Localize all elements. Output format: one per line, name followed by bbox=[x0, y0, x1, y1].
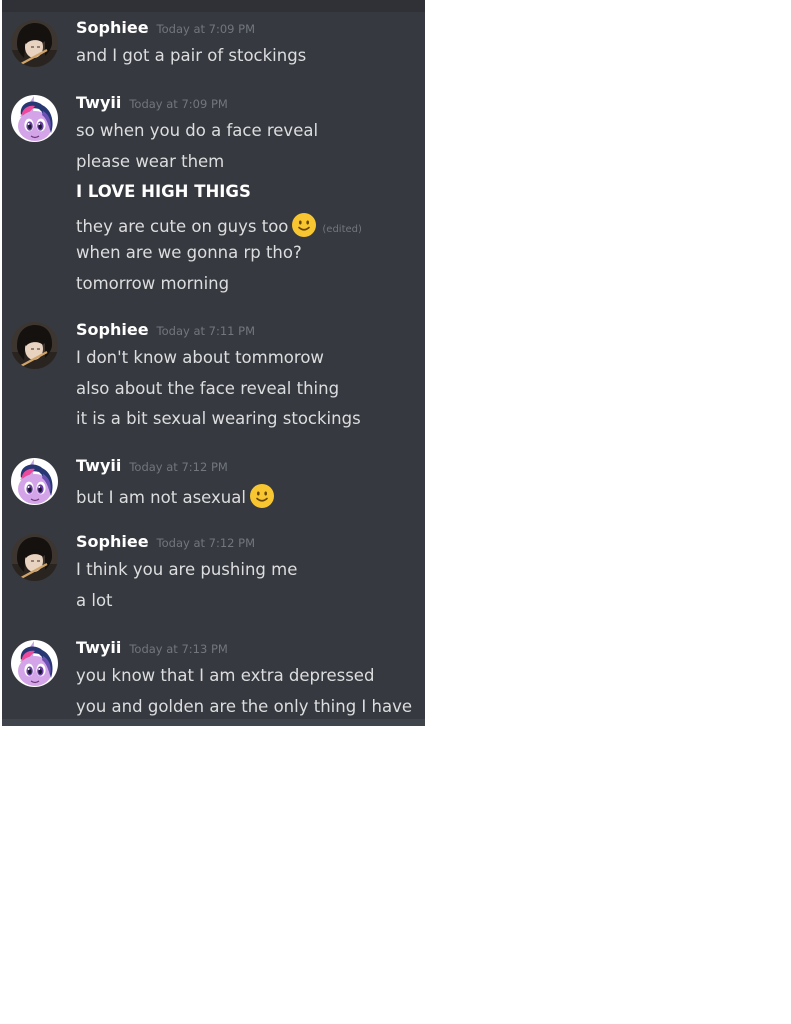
message-line: when are we gonna rp tho? bbox=[76, 243, 302, 262]
timestamp[interactable]: Today at 7:09 PM bbox=[157, 22, 255, 36]
username[interactable]: Twyii bbox=[76, 638, 121, 657]
message-text: they are cute on guys too bbox=[76, 216, 289, 236]
timestamp[interactable]: Today at 7:12 PM bbox=[157, 536, 255, 550]
edited-label: (edited) bbox=[322, 223, 362, 235]
slightly-smiling-face-emoji bbox=[249, 484, 274, 508]
sophiee-avatar[interactable] bbox=[11, 322, 58, 369]
message-line: a lot bbox=[76, 590, 113, 610]
username[interactable]: Sophiee bbox=[76, 320, 149, 339]
username[interactable]: Sophiee bbox=[76, 532, 149, 551]
message-line: you know that I am extra depressed bbox=[76, 666, 375, 685]
timestamp[interactable]: Today at 7:11 PM bbox=[157, 324, 255, 338]
message-line: also about the face reveal thing bbox=[76, 378, 340, 398]
message-line: please wear them bbox=[76, 151, 225, 171]
message-line: tomorrow morning bbox=[76, 273, 230, 293]
sophiee-avatar[interactable] bbox=[11, 20, 58, 67]
message-line: I think you are pushing me bbox=[76, 560, 298, 579]
message-text: but I am not asexual bbox=[76, 488, 246, 507]
message-line: it is a bit sexual wearing stockings bbox=[76, 409, 361, 428]
top-divider bbox=[2, 0, 425, 12]
message-line: but I am not asexual bbox=[76, 484, 274, 508]
timestamp[interactable]: Today at 7:13 PM bbox=[129, 642, 227, 656]
timestamp[interactable]: Today at 7:09 PM bbox=[129, 97, 227, 111]
chat-panel: Sophiee Today at 7:09 PM and I got a pair… bbox=[2, 0, 425, 726]
message-line: I LOVE HIGH THIGS bbox=[76, 182, 251, 201]
message-line: and I got a pair of stockings bbox=[76, 46, 307, 65]
username[interactable]: Twyii bbox=[76, 456, 121, 475]
username[interactable]: Sophiee bbox=[76, 18, 149, 37]
message-line: I don't know about tommorow bbox=[76, 348, 324, 367]
message-line: so when you do a face reveal bbox=[76, 121, 319, 140]
message-input-edge[interactable] bbox=[2, 719, 425, 726]
slightly-smiling-face-emoji bbox=[292, 212, 317, 237]
username[interactable]: Twyii bbox=[76, 93, 121, 112]
sophiee-avatar[interactable] bbox=[11, 534, 58, 581]
timestamp[interactable]: Today at 7:12 PM bbox=[129, 460, 227, 474]
message-line: they are cute on guys too (edited) bbox=[76, 212, 362, 240]
twyii-avatar[interactable] bbox=[11, 95, 58, 142]
twyii-avatar[interactable] bbox=[11, 458, 58, 505]
twyii-avatar[interactable] bbox=[11, 640, 58, 687]
message-line: you and golden are the only thing I have bbox=[76, 696, 413, 716]
